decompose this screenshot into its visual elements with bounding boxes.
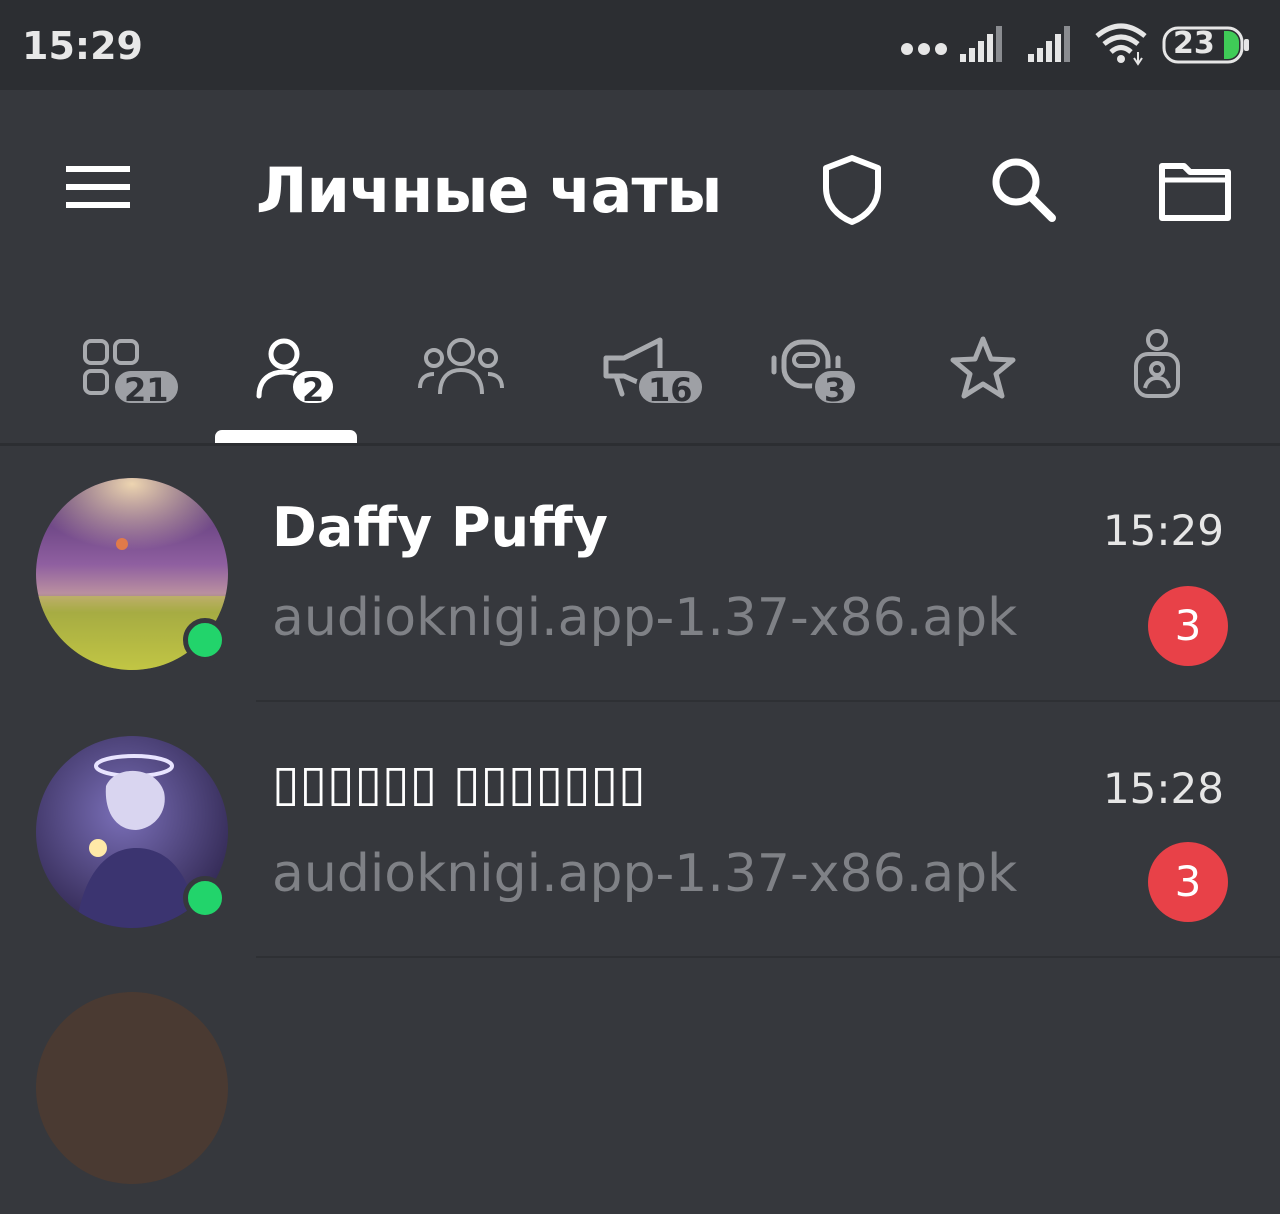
tab-badge: 16 xyxy=(636,368,705,409)
tab-contacts[interactable] xyxy=(1118,300,1208,445)
tab-badge: 21 xyxy=(112,368,181,409)
group-icon xyxy=(418,338,504,395)
menu-button[interactable] xyxy=(60,150,136,226)
shield-icon xyxy=(823,155,881,225)
signal-icon xyxy=(960,26,1002,62)
app-bar: Личные чаты xyxy=(0,90,1280,290)
avatar xyxy=(36,992,228,1184)
tab-favorites[interactable] xyxy=(940,300,1030,445)
tab-channels[interactable]: 16 xyxy=(596,300,716,445)
tab-bots[interactable]: 3 xyxy=(766,300,886,445)
tab-badge: 3 xyxy=(812,368,859,409)
tab-private-chats[interactable]: 2 xyxy=(236,300,356,445)
unread-count-badge: 3 xyxy=(1148,586,1228,666)
wifi-icon xyxy=(1095,23,1147,66)
chat-preview: audioknigi.app-1.37-x86.apk xyxy=(272,588,1018,648)
tab-groups[interactable] xyxy=(410,300,510,445)
unread-count-badge: 3 xyxy=(1148,842,1228,922)
signal-icon xyxy=(1028,26,1070,62)
tab-badge: 2 xyxy=(290,368,337,409)
search-button[interactable] xyxy=(982,150,1062,230)
chat-time: 15:29 xyxy=(1102,506,1224,555)
folder-icon xyxy=(1159,163,1231,221)
search-icon xyxy=(992,158,1056,222)
tab-all-chats[interactable]: 21 xyxy=(70,300,190,445)
chat-filter-tabs: 21 2 16 3 xyxy=(0,300,1280,445)
page-title: Личные чаты xyxy=(256,154,722,227)
chat-name: ▯▯▯▯▯▯ ▯▯▯▯▯▯▯ xyxy=(272,754,646,812)
online-status-indicator xyxy=(183,618,227,662)
chat-name: Daffy Puffy xyxy=(272,496,608,559)
folders-button[interactable] xyxy=(1154,150,1234,230)
chat-preview: audioknigi.app-1.37-x86.apk xyxy=(272,844,1018,904)
status-icons: 23 xyxy=(900,22,1260,68)
chat-time: 15:28 xyxy=(1102,764,1224,813)
menu-icon xyxy=(66,166,130,208)
chat-row-unnamed[interactable]: ▯▯▯▯▯▯ ▯▯▯▯▯▯▯ 15:28 audioknigi.app-1.37… xyxy=(0,702,1280,958)
chat-row-daffy-puffy[interactable]: Daffy Puffy 15:29 audioknigi.app-1.37-x8… xyxy=(0,446,1280,702)
contact-icon xyxy=(1134,329,1180,398)
active-tab-indicator xyxy=(215,430,357,444)
online-status-indicator xyxy=(183,876,227,920)
chat-list: Daffy Puffy 15:29 audioknigi.app-1.37-x8… xyxy=(0,446,1280,1184)
chat-row-partial[interactable] xyxy=(0,958,1280,1214)
battery-level: 23 xyxy=(1173,26,1215,61)
status-bar: 15:29 23 xyxy=(0,0,1280,90)
privacy-button[interactable] xyxy=(812,150,892,230)
status-time: 15:29 xyxy=(22,24,143,68)
star-icon xyxy=(950,336,1016,399)
more-dots-icon xyxy=(901,43,947,55)
